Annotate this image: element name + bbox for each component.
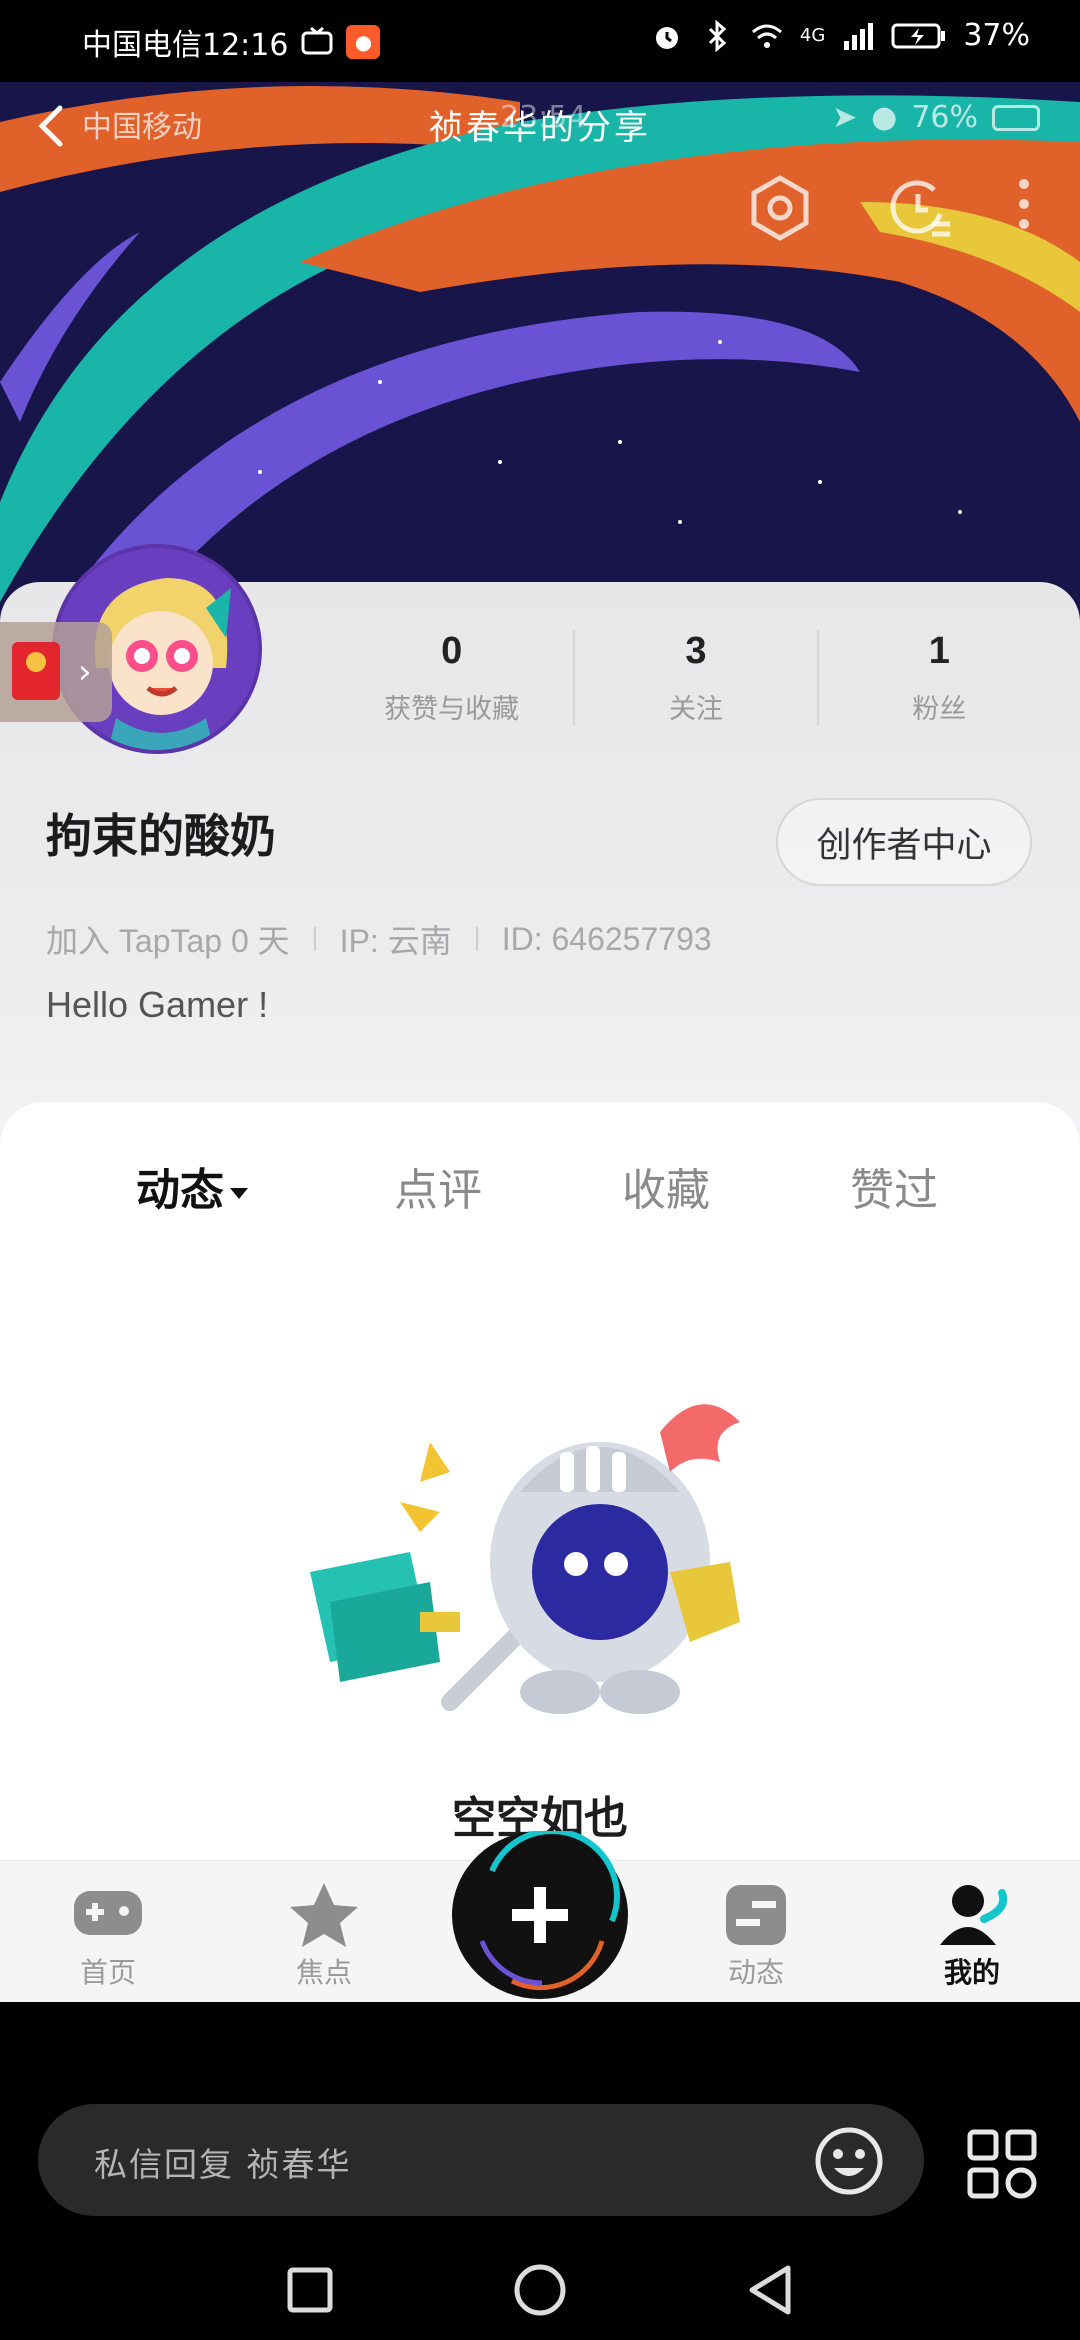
stat-label: 粉丝 — [912, 694, 967, 725]
history-button[interactable] — [884, 172, 956, 244]
caret-down-icon — [230, 1187, 248, 1199]
bio: Hello Gamer ! — [46, 984, 269, 1025]
create-post-button[interactable] — [452, 1828, 628, 1999]
nav-label: 我的 — [943, 1956, 1000, 1989]
profile-meta: 加入 TapTap 0 天 IP: 云南 ID: 646257793 — [46, 916, 712, 962]
signal-icon — [841, 19, 875, 53]
more-options-button[interactable] — [966, 2128, 1038, 2200]
triangle-back-icon — [749, 2265, 791, 2315]
back-system-button[interactable] — [740, 2260, 800, 2320]
home-button[interactable] — [510, 2260, 570, 2320]
nav-home[interactable]: 首页 — [38, 1879, 178, 1991]
battery-icon — [891, 19, 947, 53]
red-packet-button[interactable]: › — [0, 622, 112, 722]
stat-value: 3 — [685, 630, 707, 672]
stat-label: 关注 — [668, 694, 723, 725]
clock-history-icon — [890, 180, 950, 237]
emoji-smile-icon — [815, 2127, 883, 2195]
nav-feed[interactable]: 动态 — [686, 1879, 826, 1991]
chevron-right-icon: › — [78, 652, 92, 692]
app-bottom-nav: 首页 焦点 动态 我的 — [0, 1828, 1080, 2002]
more-dots-icon — [1019, 179, 1029, 229]
tab-favorites[interactable]: 收藏 — [622, 1154, 710, 1218]
tab-label: 赞过 — [850, 1165, 938, 1216]
divider — [313, 927, 316, 951]
tab-label: 动态 — [136, 1165, 224, 1216]
nav-label: 首页 — [79, 1956, 136, 1989]
tab-label: 点评 — [394, 1165, 482, 1216]
wifi-icon — [750, 19, 784, 53]
nav-label: 焦点 — [295, 1956, 352, 1989]
back-button[interactable] — [28, 102, 76, 150]
app-notification-icon: ● — [346, 25, 381, 59]
bluetooth-icon — [700, 19, 734, 53]
settings-hexagon-icon — [751, 175, 809, 241]
message-input[interactable]: 私信回复 祯春华 — [38, 2104, 924, 2216]
stat-followers[interactable]: 1 粉丝 — [816, 630, 1060, 726]
user-id: ID: 646257793 — [501, 920, 712, 957]
profile-icon — [940, 1885, 1008, 1945]
status-bar: 中国电信12:16 ● 4G 37% — [0, 0, 1080, 82]
username: 拘束的酸奶 — [46, 809, 276, 863]
settings-button[interactable] — [744, 172, 816, 244]
tv-icon — [300, 25, 334, 59]
feed-icon — [726, 1885, 786, 1945]
profile-toolbar — [694, 172, 1054, 252]
emoji-button[interactable] — [814, 2126, 884, 2196]
stat-likes[interactable]: 0 获赞与收藏 — [330, 630, 573, 726]
nav-focus[interactable]: 焦点 — [254, 1879, 394, 1991]
carrier-time: 中国电信12:16 — [82, 28, 289, 63]
more-button[interactable] — [1004, 172, 1044, 244]
join-info: 加入 TapTap 0 天 — [46, 923, 290, 959]
stat-following[interactable]: 3 关注 — [573, 630, 816, 726]
system-nav-bar — [0, 2240, 1080, 2340]
plus-icon — [460, 1828, 620, 1995]
ip-location: IP: 云南 — [339, 923, 452, 959]
profile-stats: 0 获赞与收藏 3 关注 1 粉丝 — [330, 630, 1060, 726]
tab-reviews[interactable]: 点评 — [394, 1154, 482, 1218]
creator-center-button[interactable]: 创作者中心 — [776, 798, 1032, 886]
message-placeholder: 私信回复 祯春华 — [94, 2145, 352, 2184]
profile-tabs: 动态 点评 收藏 赞过 — [0, 1144, 1080, 1234]
knight-mascot-icon — [310, 1404, 740, 1714]
nav-label: 动态 — [727, 1956, 784, 1989]
tab-label: 收藏 — [622, 1165, 710, 1216]
battery-level: 37% — [963, 18, 1030, 53]
back-arrow-icon — [38, 105, 63, 147]
tab-feed[interactable]: 动态 — [136, 1154, 260, 1218]
divider — [475, 927, 478, 951]
network-type: 4G — [799, 25, 826, 46]
tab-liked[interactable]: 赞过 — [850, 1154, 938, 1218]
recents-button[interactable] — [280, 2260, 340, 2320]
alarm-icon — [650, 19, 684, 53]
empty-state-illustration — [300, 1342, 780, 1762]
stat-value: 1 — [928, 630, 950, 672]
shared-screen: 中国移动 23:54 ➤ ● 76% 祯春华的分享 › 0 获赞与收藏 3 关注… — [0, 82, 1080, 2002]
star-icon — [290, 1883, 358, 1947]
red-envelope-icon — [12, 642, 60, 700]
stat-label: 获赞与收藏 — [384, 694, 520, 725]
share-title: 祯春华的分享 — [429, 108, 651, 148]
circle-icon — [514, 2264, 566, 2316]
gamepad-icon — [74, 1891, 142, 1935]
nav-me[interactable]: 我的 — [902, 1879, 1042, 1991]
square-icon — [287, 2267, 333, 2313]
screen: 中国电信12:16 ● 4G 37% 中国移动 23:54 ➤ ● 76% 祯春… — [0, 0, 1080, 2340]
stat-value: 0 — [441, 630, 463, 672]
grid-icon — [967, 2129, 1037, 2199]
